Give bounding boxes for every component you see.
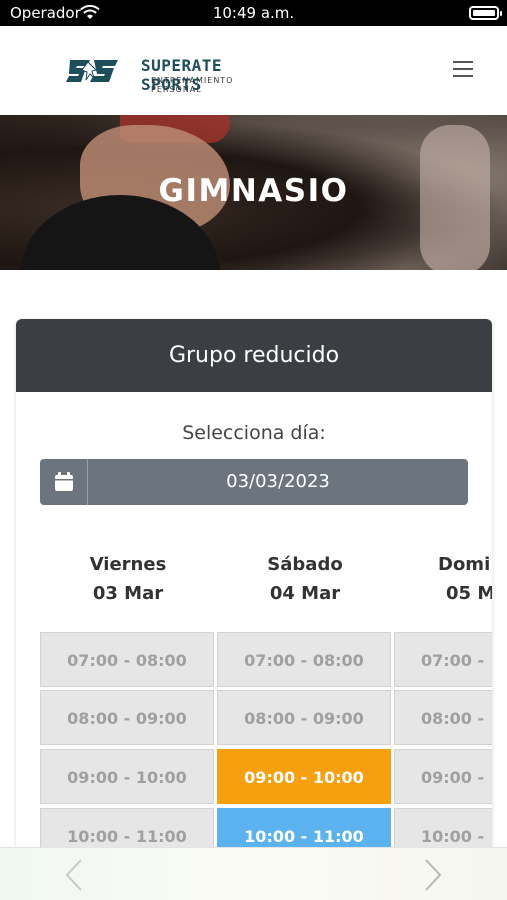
day-header[interactable]: Sábado 04 Mar — [217, 554, 393, 604]
day-date: 04 Mar — [269, 583, 341, 604]
day-name: Sábado — [267, 554, 343, 575]
hamburger-menu-icon[interactable] — [453, 61, 473, 77]
battery-icon — [469, 6, 502, 20]
day-date: 05 M — [446, 583, 492, 604]
time-slot[interactable]: 07:00 - — [394, 632, 492, 687]
hero-banner: GIMNASIO — [0, 115, 507, 270]
bottom-navigation-bar — [0, 847, 507, 900]
time-slot[interactable]: 09:00 - 10:00 — [40, 749, 214, 804]
day-name: Domi — [438, 554, 491, 575]
time-slot[interactable]: 07:00 - 08:00 — [40, 632, 214, 687]
card-title: Grupo reducido — [16, 319, 492, 392]
date-input[interactable]: 03/03/2023 — [88, 459, 468, 505]
app-header: SUPERATE SPORTS ENTRENAMIENTO PERSONAL — [0, 26, 507, 115]
time-slot[interactable]: 08:00 - 09:00 — [40, 690, 214, 745]
booking-card: Grupo reducido Selecciona día: 03/03/202… — [16, 319, 492, 879]
page-title: GIMNASIO — [158, 173, 349, 209]
time-slot[interactable]: 08:00 - — [394, 690, 492, 745]
logo-mark-icon — [66, 60, 118, 82]
chevron-left-icon[interactable] — [64, 858, 84, 892]
calendar-icon — [55, 472, 73, 491]
day-name: Viernes — [89, 554, 167, 575]
time-slot[interactable]: 07:00 - 08:00 — [217, 632, 391, 687]
brand-tagline: ENTRENAMIENTO PERSONAL — [151, 76, 234, 94]
select-day-label: Selecciona día: — [182, 422, 326, 444]
date-picker[interactable]: 03/03/2023 — [40, 459, 468, 505]
clock-time: 10:49 a.m. — [212, 4, 295, 22]
time-slot-selected[interactable]: 09:00 - 10:00 — [217, 749, 391, 804]
status-bar: Operador 10:49 a.m. — [0, 0, 507, 26]
calendar-button[interactable] — [40, 459, 88, 505]
time-slot[interactable]: 09:00 - — [394, 749, 492, 804]
time-slot-grid: 07:00 - 08:00 07:00 - 08:00 07:00 - 08:0… — [40, 632, 492, 879]
day-headers: Viernes 03 Mar Sábado 04 Mar Domi 05 M — [40, 554, 492, 614]
time-slot[interactable]: 08:00 - 09:00 — [217, 690, 391, 745]
day-header[interactable]: Viernes 03 Mar — [40, 554, 216, 604]
brand-logo[interactable]: SUPERATE SPORTS ENTRENAMIENTO PERSONAL — [66, 54, 286, 94]
chevron-right-icon[interactable] — [423, 858, 443, 892]
day-date: 03 Mar — [92, 583, 164, 604]
day-header[interactable]: Domi 05 M — [394, 554, 492, 604]
